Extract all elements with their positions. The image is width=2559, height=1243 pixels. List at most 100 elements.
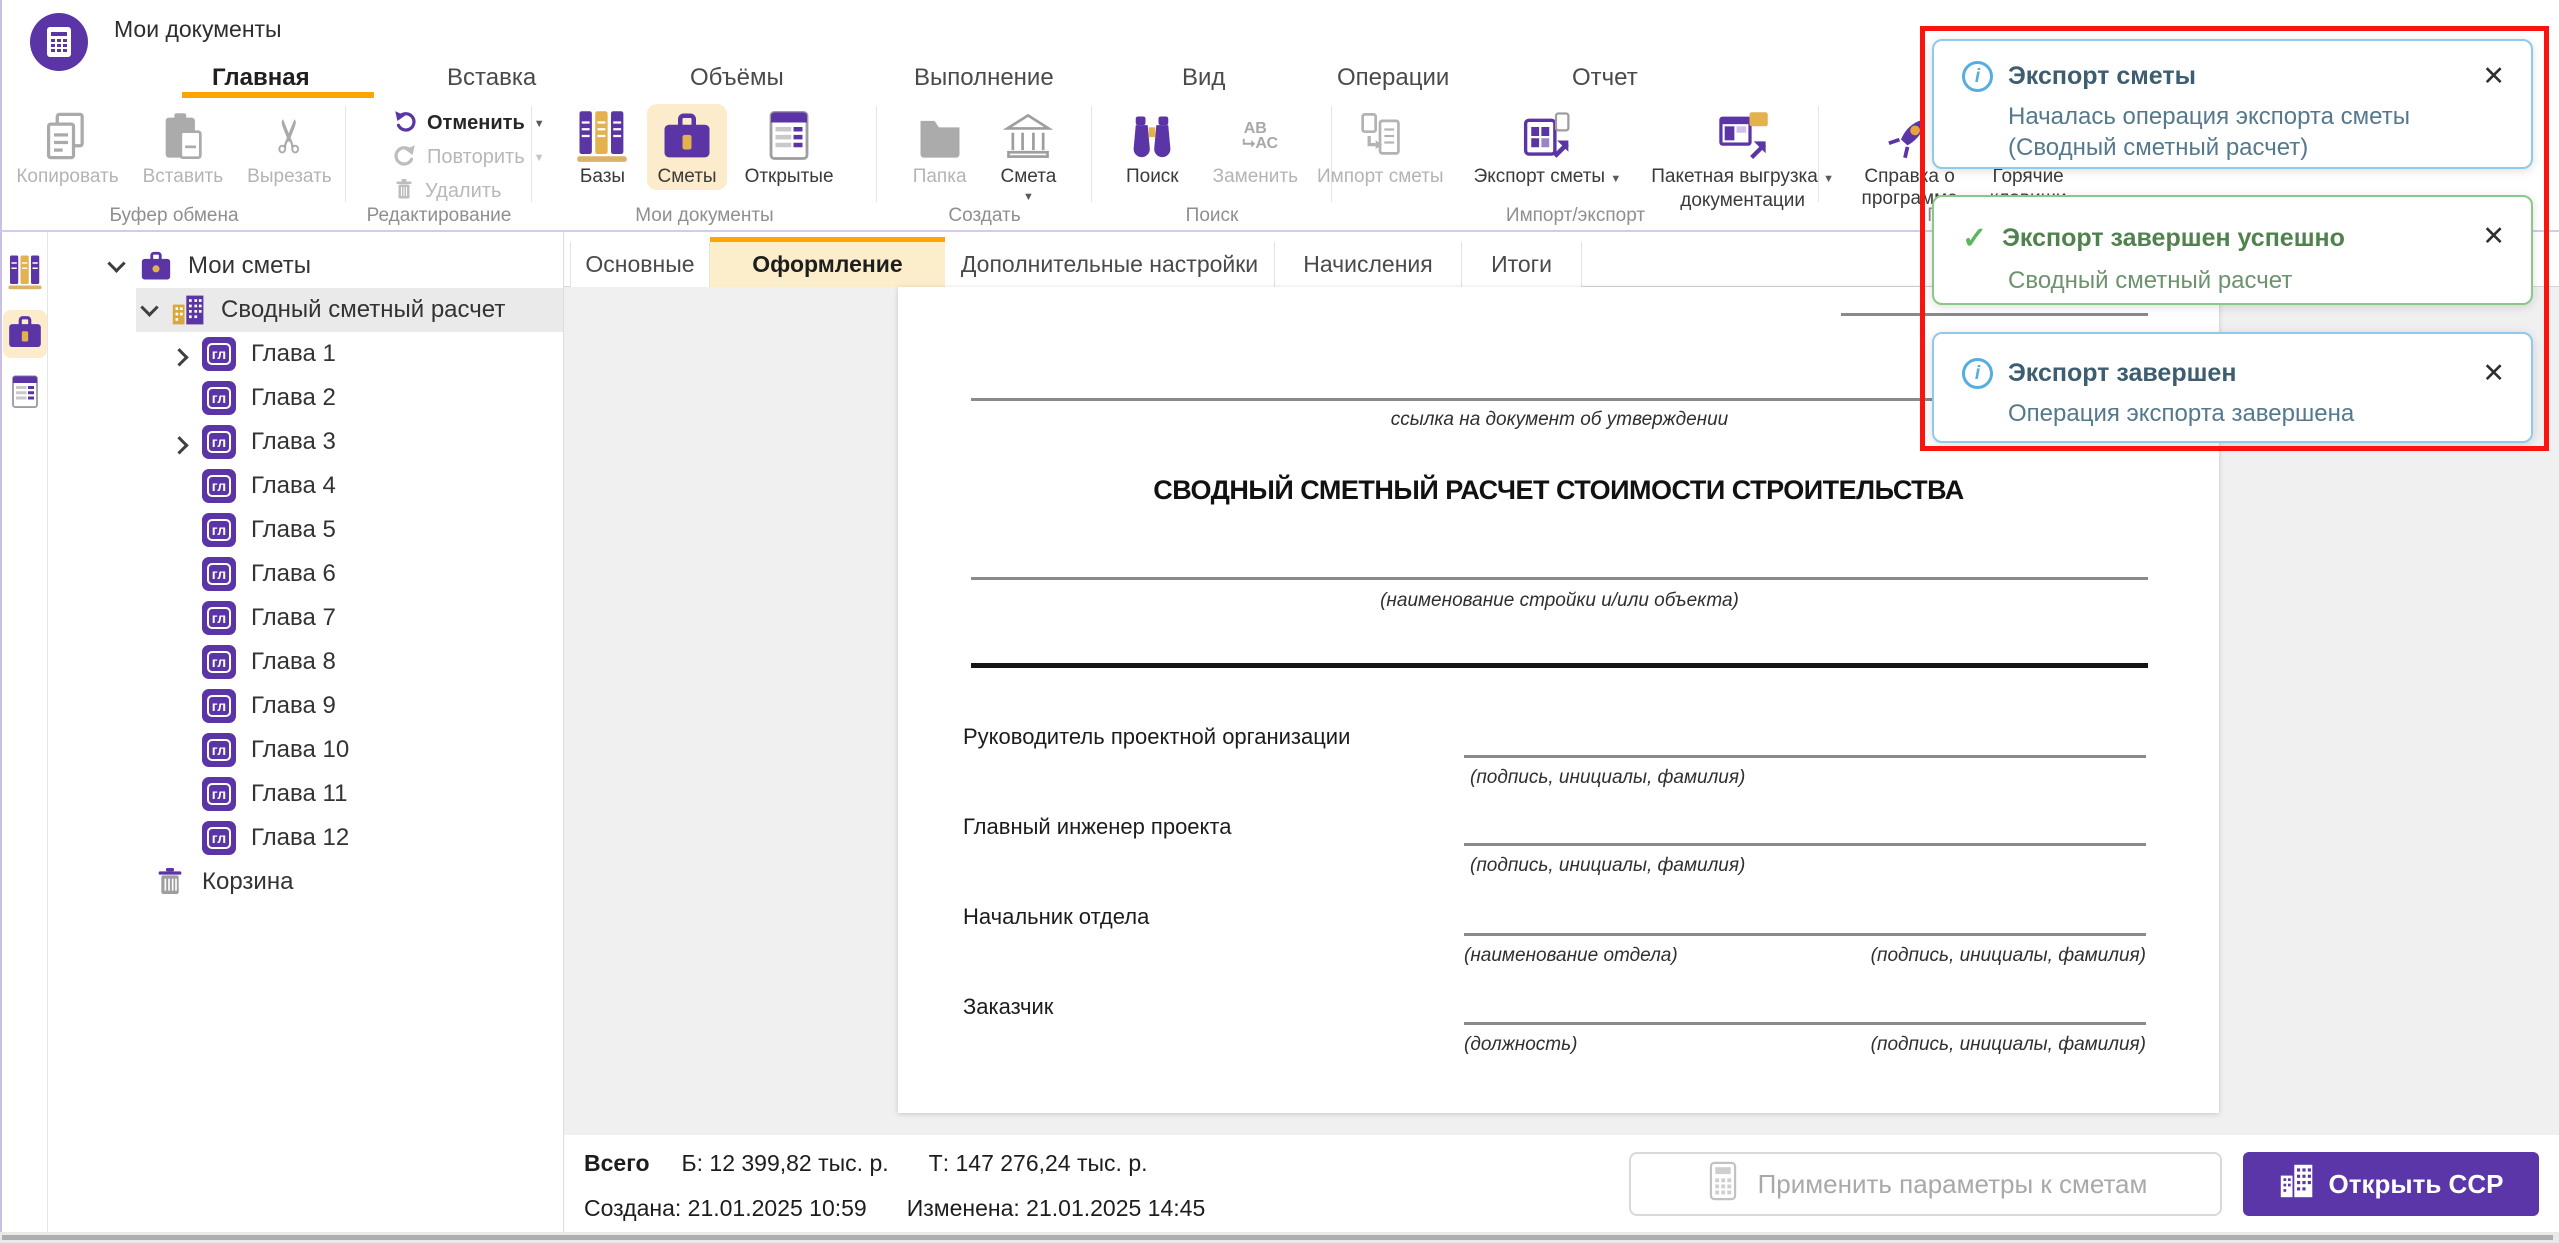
buildings-icon bbox=[169, 293, 209, 327]
tab-dop-nastroyki[interactable]: Дополнительные настройки bbox=[945, 242, 1275, 287]
ribbon-tab-vid[interactable]: Вид bbox=[1182, 58, 1225, 98]
tree-item-chapter[interactable]: гл Глава 12 bbox=[48, 816, 563, 860]
opened-button[interactable]: Открытые bbox=[735, 104, 844, 190]
tree-item-chapter[interactable]: гл Глава 7 bbox=[48, 596, 563, 640]
open-documents-icon bbox=[7, 374, 43, 415]
chevron-down-icon[interactable] bbox=[100, 250, 132, 282]
chevron-right-icon[interactable] bbox=[163, 338, 195, 370]
export-estimate-button[interactable]: Экспорт сметы ▼ bbox=[1464, 104, 1632, 192]
horizontal-scrollbar[interactable] bbox=[0, 1232, 2559, 1243]
briefcase-icon bbox=[6, 313, 44, 356]
rocket-icon bbox=[1884, 106, 1936, 166]
chapter-icon: гл bbox=[202, 381, 236, 415]
tree-item-chapter[interactable]: гл Глава 2 bbox=[48, 376, 563, 420]
delete-button[interactable]: Удалить bbox=[392, 178, 532, 205]
redo-icon bbox=[392, 142, 418, 173]
info-icon: i bbox=[1962, 61, 1993, 92]
tree-item-chapter[interactable]: гл Глава 1 bbox=[48, 332, 563, 376]
apply-parameters-button[interactable]: Применить параметры к сметам bbox=[1629, 1152, 2222, 1216]
new-estimate-button[interactable]: Смета ▼ bbox=[991, 104, 1067, 205]
modified-timestamp: Изменена: 21.01.2025 14:45 bbox=[906, 1195, 1206, 1221]
total-label: Всего bbox=[584, 1150, 650, 1176]
chapter-icon: гл bbox=[202, 337, 236, 371]
tree-item-chapter[interactable]: гл Глава 10 bbox=[48, 728, 563, 772]
chapter-icon: гл bbox=[202, 425, 236, 459]
ribbon-tab-vypolnenie[interactable]: Выполнение bbox=[914, 58, 1054, 98]
tree-item-chapter[interactable]: гл Глава 4 bbox=[48, 464, 563, 508]
briefcase-icon bbox=[660, 106, 714, 166]
chapter-icon: гл bbox=[202, 689, 236, 723]
rail-bases-button[interactable] bbox=[3, 250, 47, 298]
signature-caption: (наименование отдела) bbox=[1464, 945, 1678, 966]
batch-export-button[interactable]: Пакетная выгрузка ▼ документации bbox=[1641, 104, 1844, 214]
signature-line bbox=[1464, 1022, 2146, 1025]
form-row-label: Начальник отдела bbox=[963, 904, 1150, 929]
left-rail bbox=[0, 232, 48, 1243]
chapter-icon: гл bbox=[202, 601, 236, 635]
chevron-down-icon[interactable] bbox=[133, 294, 165, 326]
close-icon[interactable]: ✕ bbox=[2482, 358, 2505, 389]
close-icon[interactable]: ✕ bbox=[2482, 61, 2505, 92]
chapter-icon: гл bbox=[202, 821, 236, 855]
paste-button[interactable]: Вставить bbox=[133, 104, 234, 190]
info-icon: i bbox=[1962, 358, 1993, 389]
tree-item-chapter[interactable]: гл Глава 3 bbox=[48, 420, 563, 464]
search-button[interactable]: Поиск bbox=[1116, 104, 1189, 190]
toast-title: Экспорт сметы bbox=[2008, 62, 2196, 90]
new-folder-button[interactable]: Папка bbox=[903, 104, 977, 190]
open-documents-icon bbox=[762, 106, 816, 166]
bases-button[interactable]: Базы bbox=[565, 104, 639, 190]
ribbon-tab-operacii[interactable]: Операции bbox=[1337, 58, 1449, 98]
toast-export-finished: i Экспорт завершен Операция экспорта зав… bbox=[1932, 332, 2533, 443]
ribbon-tab-otchet[interactable]: Отчет bbox=[1572, 58, 1638, 98]
scrollbar-thumb[interactable] bbox=[2, 1235, 2553, 1240]
estimates-button[interactable]: Сметы bbox=[647, 104, 727, 190]
ribbon-group-create: Папка Смета ▼ Создать bbox=[877, 98, 1092, 232]
form-row-label: Главный инженер проекта bbox=[963, 814, 1232, 839]
open-ssr-label: Открыть ССР bbox=[2328, 1168, 2504, 1199]
tab-osnovnye[interactable]: Основные bbox=[570, 242, 710, 287]
tree-item-summary-estimate[interactable]: Сводный сметный расчет bbox=[48, 288, 563, 332]
tab-nachisleniya[interactable]: Начисления bbox=[1275, 242, 1462, 287]
buildings-icon bbox=[2279, 1163, 2315, 1206]
export-icon bbox=[1520, 106, 1574, 166]
close-icon[interactable]: ✕ bbox=[2482, 221, 2505, 252]
document-title: СВОДНЫЙ СМЕТНЫЙ РАСЧЕТ СТОИМОСТИ СТРОИТЕ… bbox=[1153, 475, 1964, 505]
separator-line bbox=[971, 663, 2148, 668]
trash-icon bbox=[392, 177, 416, 206]
tree-item-chapter[interactable]: гл Глава 5 bbox=[48, 508, 563, 552]
form-row-label: Заказчик bbox=[963, 994, 1054, 1019]
binders-icon bbox=[7, 254, 43, 295]
tree-item-recycle-bin[interactable]: Корзина bbox=[48, 860, 563, 904]
undo-button[interactable]: Отменить ▼ bbox=[392, 110, 545, 137]
tree-item-my-estimates[interactable]: Мои сметы bbox=[48, 244, 563, 288]
cut-button[interactable]: ✂ Вырезать bbox=[237, 104, 342, 190]
import-estimate-button[interactable]: Импорт сметы bbox=[1307, 104, 1454, 190]
tree-item-chapter[interactable]: гл Глава 8 bbox=[48, 640, 563, 684]
ribbon-group-import-export: Импорт сметы Экспорт сметы ▼ Пакетная вы… bbox=[1317, 98, 1834, 232]
replace-button[interactable]: АВ ⮡АС Заменить bbox=[1203, 104, 1308, 190]
chapter-icon: гл bbox=[202, 733, 236, 767]
replace-icon: АВ ⮡АС bbox=[1242, 120, 1279, 152]
window-title: Мои документы bbox=[114, 16, 282, 42]
rail-opened-button[interactable] bbox=[3, 370, 47, 418]
signature-line bbox=[1464, 755, 2146, 758]
app-logo-icon bbox=[30, 13, 88, 71]
rail-estimates-button[interactable] bbox=[2, 310, 47, 358]
tab-itogi[interactable]: Итоги bbox=[1462, 242, 1582, 287]
ribbon-tab-vstavka[interactable]: Вставка bbox=[447, 58, 536, 98]
tree-item-chapter[interactable]: гл Глава 9 bbox=[48, 684, 563, 728]
redo-button[interactable]: Повторить ▼ bbox=[392, 142, 545, 173]
chapter-icon: гл bbox=[202, 777, 236, 811]
open-ssr-button[interactable]: Открыть ССР bbox=[2243, 1152, 2539, 1216]
tree-item-chapter[interactable]: гл Глава 6 bbox=[48, 552, 563, 596]
ribbon-tab-obyomy[interactable]: Объёмы bbox=[690, 58, 784, 98]
chevron-right-icon[interactable] bbox=[163, 426, 195, 458]
group-label: Поиск bbox=[1185, 205, 1239, 226]
copy-button[interactable]: Копировать bbox=[6, 104, 128, 190]
tree-item-chapter[interactable]: гл Глава 11 bbox=[48, 772, 563, 816]
trash-icon bbox=[150, 866, 190, 898]
chevron-down-icon[interactable]: ▼ bbox=[1023, 191, 1034, 203]
tab-oformlenie[interactable]: Оформление bbox=[710, 237, 945, 287]
signature-caption: (должность) bbox=[1464, 1034, 1578, 1055]
